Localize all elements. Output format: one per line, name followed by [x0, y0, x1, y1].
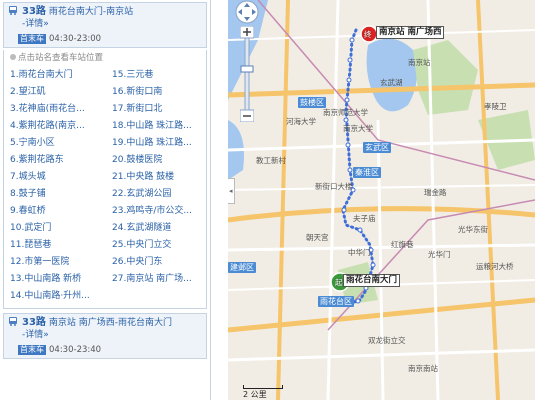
scale-line — [243, 385, 283, 389]
place-ruijin: 瑞金路 — [424, 188, 447, 197]
panel-divider — [211, 0, 228, 400]
stop-link[interactable]: 24.玄武湖隧道 — [112, 220, 210, 237]
bus-icon — [9, 317, 17, 326]
place-hehai-univ: 河海大学 — [286, 117, 316, 126]
route-header: 33路 南京站 南广场西-雨花台南大门 -详情» — [4, 314, 206, 344]
start-station-label[interactable]: 雨花台南大门 — [343, 274, 401, 287]
start-marker-glyph: 起 — [335, 278, 343, 287]
chevron-left-icon: ◂ — [229, 187, 233, 195]
stop-link[interactable]: 4.紫荆花路(南京... — [10, 118, 112, 135]
stop-link[interactable]: 18.中山路 珠江路... — [112, 118, 210, 135]
place-nanjing-station: 南京站 — [408, 58, 431, 67]
stop-link[interactable]: 13.中山南路 新桥 — [10, 271, 112, 288]
stop-link[interactable]: 9.春虹桥 — [10, 203, 112, 220]
place-guanghua-gate: 光华门 — [428, 250, 451, 259]
route-description[interactable]: 南京站 南广场西-雨花台南大门 — [49, 318, 172, 328]
stop-link[interactable]: 16.新街口南 — [112, 84, 210, 101]
route-detail-link[interactable]: -详情» — [22, 329, 202, 341]
stop-link[interactable]: 15.三元巷 — [112, 67, 210, 84]
place-shuangmen: 双龙街立交 — [368, 336, 406, 345]
stop-link[interactable]: 12.市第一医院 — [10, 254, 112, 271]
stop-link[interactable]: 23.鸡鸣寺/市公交... — [112, 203, 210, 220]
district-xuanwu: 玄武区 — [363, 142, 391, 153]
route-detail-link[interactable]: -详情» — [22, 18, 202, 30]
stop-link[interactable]: 26.中央门东 — [112, 254, 210, 271]
place-yuntang: 运粮河大桥 — [476, 262, 514, 271]
stop-link[interactable]: 11.琵琶巷 — [10, 237, 112, 254]
map-canvas[interactable]: 起 终 南京站 南广场西 雨花台南大门 鼓楼区 玄武区 秦淮区 雨花台区 建邺区… — [228, 0, 535, 400]
route-name[interactable]: 33路 — [22, 317, 46, 328]
route-name[interactable]: 33路 — [22, 6, 46, 17]
zoom-track[interactable] — [244, 37, 250, 111]
place-xinjiekou: 新街口大楼 — [315, 182, 353, 191]
place-xiaolingwei: 孝陵卫 — [484, 102, 507, 111]
route-list-panel: 33路 雨花台南大门-南京站 -详情» 首末车 04:30-23:00 点击站名查看… — [0, 0, 211, 400]
place-zhonghua-gate: 中华门 — [348, 248, 371, 257]
service-hours: 04:30-23:00 — [49, 34, 102, 44]
stop-link[interactable]: 10.武定门 — [10, 220, 112, 237]
stations-hint: 点击站名查看车站位置 — [3, 50, 207, 66]
service-hours: 04:30-23:40 — [49, 345, 102, 355]
district-gulou: 鼓楼区 — [298, 97, 326, 108]
route-header: 33路 雨花台南大门-南京站 -详情» — [4, 3, 206, 33]
end-station-label[interactable]: 南京站 南广场西 — [376, 26, 445, 39]
district-jianye: 建邺区 — [228, 262, 256, 273]
stop-link[interactable]: 25.中央门立交 — [112, 237, 210, 254]
place-fuzimiao: 夫子庙 — [353, 214, 376, 223]
route-card-outbound[interactable]: 33路 雨花台南大门-南京站 -详情» 首末车 04:30-23:00 — [3, 2, 207, 48]
place-nanjing-univ: 南京大学 — [343, 124, 373, 133]
stop-link[interactable]: 22.玄武湖公园 — [112, 186, 210, 203]
place-jiaoyu: 教工新村 — [256, 156, 286, 165]
district-yuhuatai: 雨花台区 — [318, 296, 354, 307]
route-description[interactable]: 雨花台南大门-南京站 — [49, 7, 133, 17]
stop-link[interactable]: 6.紫荆花路东 — [10, 152, 112, 169]
place-nanjing-normal: 南京师范大学 — [323, 108, 368, 117]
scale-text: 2 公里 — [243, 390, 267, 399]
zoom-handle[interactable] — [240, 65, 254, 73]
stop-link[interactable]: 1.雨花台南大门 — [10, 67, 112, 84]
route-time-row: 首末车 04:30-23:00 — [4, 33, 206, 47]
stops-list: 1.雨花台南大门 15.三元巷 2.望江矶 16.新街口南 3.花神庙(雨花台... 17… — [3, 66, 207, 309]
stations-hint-text: 点击站名查看车站位置 — [18, 53, 104, 63]
stop-link[interactable]: 20.鼓楼医院 — [112, 152, 210, 169]
stop-link[interactable]: 19.中山路 珠江路... — [112, 135, 210, 152]
stop-link[interactable]: 27.南京站 南广场... — [112, 271, 210, 288]
district-qinhuai: 秦淮区 — [353, 167, 381, 178]
stop-link[interactable]: 7.城头城 — [10, 169, 112, 186]
place-chaotiangong: 朝天宫 — [306, 233, 329, 242]
bus-icon — [9, 6, 17, 15]
zoom-control[interactable] — [240, 26, 254, 122]
place-guanghua: 光华东街 — [458, 225, 488, 234]
stop-link[interactable]: 21.中央路 鼓楼 — [112, 169, 210, 186]
stop-link[interactable]: 3.花神庙(雨花台... — [10, 101, 112, 118]
place-south-station: 南京南站 — [408, 364, 438, 373]
place-hongqiao: 红旗巷 — [391, 240, 414, 249]
collapse-panel-handle[interactable]: ◂ — [228, 178, 235, 204]
end-marker-glyph: 终 — [364, 30, 372, 39]
first-last-bus-badge: 首末车 — [18, 345, 46, 355]
stop-link[interactable]: 5.宁南小区 — [10, 135, 112, 152]
first-last-bus-badge: 首末车 — [18, 34, 46, 44]
stop-link[interactable]: 2.望江矶 — [10, 84, 112, 101]
route-card-return[interactable]: 33路 南京站 南广场西-雨花台南大门 -详情» 首末车 04:30-23:40 — [3, 313, 207, 359]
place-xuanwu-lake: 玄武湖 — [380, 78, 403, 87]
map-pan-control[interactable] — [233, 0, 261, 24]
stop-link[interactable]: 17.新街口北 — [112, 101, 210, 118]
map-scale: 2 公里 — [243, 385, 283, 400]
route-time-row: 首末车 04:30-23:40 — [4, 344, 206, 358]
stop-link[interactable]: 14.中山南路·升州... — [10, 288, 112, 305]
stop-link[interactable]: 8.鼓子铺 — [10, 186, 112, 203]
info-icon — [10, 54, 16, 60]
